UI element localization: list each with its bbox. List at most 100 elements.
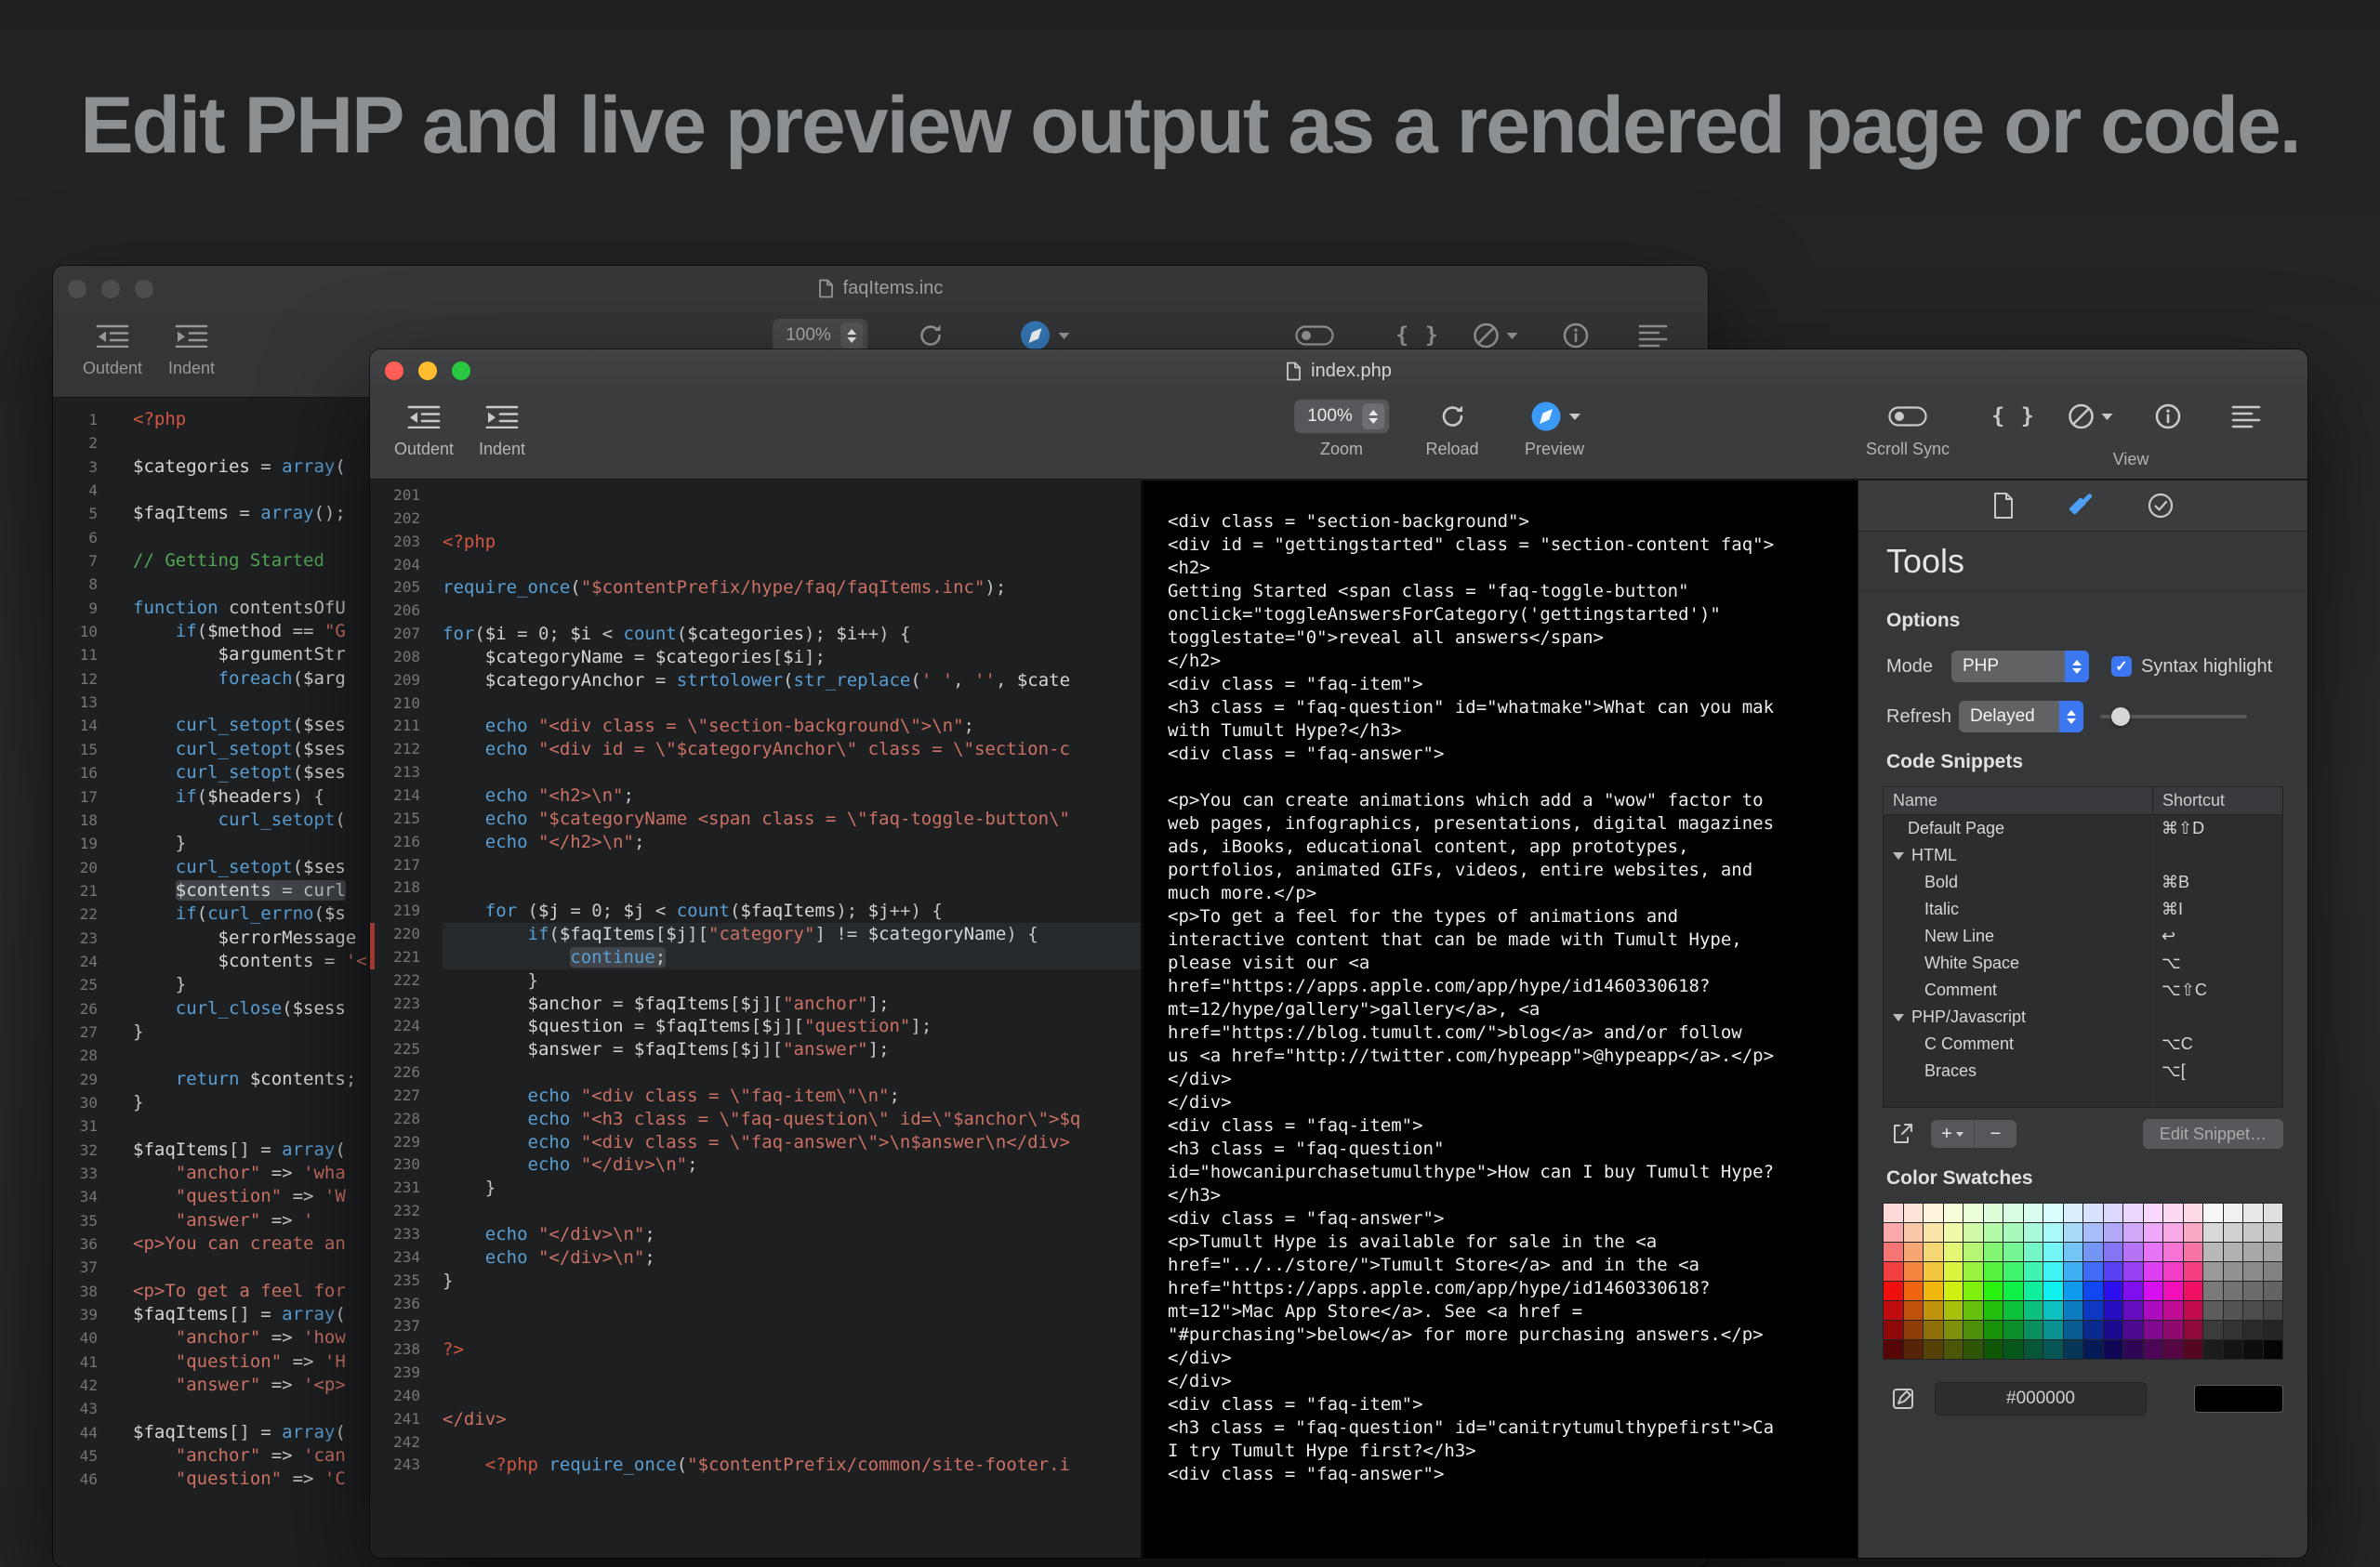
color-swatch[interactable]	[2224, 1301, 2243, 1320]
color-swatch[interactable]	[1984, 1301, 2003, 1320]
color-swatch[interactable]	[2163, 1301, 2183, 1320]
color-swatch[interactable]	[2184, 1321, 2203, 1339]
color-swatch[interactable]	[2064, 1223, 2083, 1242]
color-swatch[interactable]	[2224, 1204, 2243, 1222]
color-swatch[interactable]	[2163, 1321, 2183, 1339]
color-swatch[interactable]	[2104, 1204, 2123, 1222]
color-swatch[interactable]	[1884, 1204, 1903, 1222]
color-swatch[interactable]	[2264, 1204, 2283, 1222]
color-swatch[interactable]	[2123, 1262, 2143, 1281]
refresh-popup[interactable]: Delayed	[1959, 701, 2083, 732]
color-swatch[interactable]	[2064, 1301, 2083, 1320]
color-swatch[interactable]	[2203, 1262, 2223, 1281]
color-swatch[interactable]	[2024, 1243, 2043, 1261]
color-swatch[interactable]	[1944, 1223, 1964, 1242]
color-swatch[interactable]	[2184, 1282, 2203, 1300]
color-swatch[interactable]	[2264, 1262, 2283, 1281]
color-swatch[interactable]	[2024, 1282, 2043, 1300]
code-line[interactable]: $answer = $faqItems[$j]["answer"];	[443, 1038, 1141, 1061]
close-button[interactable]	[68, 280, 86, 298]
color-swatch[interactable]	[2144, 1204, 2163, 1222]
color-swatch[interactable]	[2203, 1301, 2223, 1320]
code-line[interactable]: require_once("$contentPrefix/hype/faq/fa…	[443, 576, 1141, 599]
color-swatch[interactable]	[2064, 1282, 2083, 1300]
color-swatch[interactable]	[2024, 1204, 2043, 1222]
color-swatch[interactable]	[2024, 1223, 2043, 1242]
color-swatch[interactable]	[1884, 1321, 1903, 1339]
code-line[interactable]: echo "<h3 class = \"faq-question\" id=\"…	[443, 1108, 1141, 1131]
code-line[interactable]	[443, 692, 1141, 716]
color-swatch[interactable]	[1884, 1262, 1903, 1281]
code-line[interactable]	[443, 854, 1141, 877]
color-swatch[interactable]	[2104, 1223, 2123, 1242]
color-swatch[interactable]	[2243, 1243, 2263, 1261]
color-swatch[interactable]	[2144, 1282, 2163, 1300]
color-swatch[interactable]	[2043, 1262, 2063, 1281]
color-swatch[interactable]	[2043, 1204, 2063, 1222]
color-swatch[interactable]	[2123, 1321, 2143, 1339]
code-line[interactable]: ?>	[443, 1338, 1141, 1362]
color-swatch[interactable]	[2163, 1204, 2183, 1222]
remove-snippet-button[interactable]: −	[1974, 1120, 2016, 1148]
color-swatch[interactable]	[1884, 1301, 1903, 1320]
code-line[interactable]: echo "</div>\n";	[443, 1246, 1141, 1270]
color-swatch[interactable]	[2003, 1204, 2023, 1222]
color-swatch[interactable]	[2003, 1340, 2023, 1359]
color-swatch[interactable]	[2224, 1262, 2243, 1281]
color-swatch[interactable]	[2003, 1321, 2023, 1339]
color-swatch[interactable]	[2203, 1204, 2223, 1222]
color-swatch[interactable]	[2043, 1243, 2063, 1261]
code-line[interactable]: for ($j = 0; $j < count($faqItems); $j++…	[443, 900, 1141, 923]
color-swatch[interactable]	[2163, 1243, 2183, 1261]
edit-snippet-button[interactable]: Edit Snippet…	[2143, 1119, 2283, 1149]
color-swatch[interactable]	[2083, 1301, 2103, 1320]
color-swatch[interactable]	[2064, 1321, 2083, 1339]
color-swatch[interactable]	[2043, 1340, 2063, 1359]
snippet-row[interactable]: Default Page⌘⇧D	[1884, 815, 2282, 842]
refresh-delay-slider[interactable]	[2100, 706, 2247, 727]
syntax-highlight-checkbox[interactable]	[2111, 656, 2132, 677]
snippet-group-row[interactable]: PHP/Javascript	[1884, 1004, 2282, 1031]
color-swatch[interactable]	[1904, 1204, 1924, 1222]
color-swatch[interactable]	[2184, 1243, 2203, 1261]
color-swatch[interactable]	[2104, 1243, 2123, 1261]
code-line[interactable]	[443, 1362, 1141, 1385]
color-swatch[interactable]	[2104, 1262, 2123, 1281]
code-line[interactable]: echo "<h2>\n";	[443, 784, 1141, 808]
close-button[interactable]	[385, 362, 403, 380]
color-swatch[interactable]	[1964, 1321, 1983, 1339]
color-swatch[interactable]	[1964, 1223, 1983, 1242]
navigator-button[interactable]	[1638, 317, 1668, 354]
scroll-sync-toggle[interactable]	[1295, 317, 1334, 354]
errors-filter-button[interactable]	[1473, 317, 1518, 354]
color-swatch[interactable]	[1904, 1321, 1924, 1339]
snippet-row[interactable]: Bold⌘B	[1884, 869, 2282, 896]
color-swatch[interactable]	[2003, 1282, 2023, 1300]
color-swatch[interactable]	[1924, 1262, 1943, 1281]
snippet-row[interactable]: Braces⌥[	[1884, 1058, 2282, 1085]
color-swatch[interactable]	[2064, 1204, 2083, 1222]
color-swatch[interactable]	[2243, 1204, 2263, 1222]
disclosure-triangle-icon[interactable]	[1893, 1014, 1904, 1021]
color-swatch[interactable]	[2264, 1321, 2283, 1339]
preview-button[interactable]	[1019, 317, 1070, 354]
code-line[interactable]: $question = $faqItems[$j]["question"];	[443, 1015, 1141, 1038]
color-swatch[interactable]	[2264, 1223, 2283, 1242]
color-swatch[interactable]	[2203, 1340, 2223, 1359]
color-swatch[interactable]	[2043, 1223, 2063, 1242]
color-swatch[interactable]	[2184, 1262, 2203, 1281]
code-editor-front[interactable]: 2012022032042052062072082092102112122132…	[370, 481, 1141, 1558]
code-line[interactable]: }	[443, 1270, 1141, 1293]
scroll-sync-toggle[interactable]: Scroll Sync	[1866, 398, 1950, 459]
color-swatch[interactable]	[1984, 1340, 2003, 1359]
color-swatch[interactable]	[2224, 1243, 2243, 1261]
color-swatch[interactable]	[1984, 1223, 2003, 1242]
color-swatch[interactable]	[2264, 1301, 2283, 1320]
color-swatch[interactable]	[2123, 1282, 2143, 1300]
color-swatch[interactable]	[2064, 1262, 2083, 1281]
tab-validation[interactable]	[2145, 490, 2176, 521]
color-swatch[interactable]	[1944, 1204, 1964, 1222]
color-swatch[interactable]	[1924, 1223, 1943, 1242]
color-swatch[interactable]	[1924, 1204, 1943, 1222]
preview-button[interactable]: Preview	[1525, 398, 1584, 459]
